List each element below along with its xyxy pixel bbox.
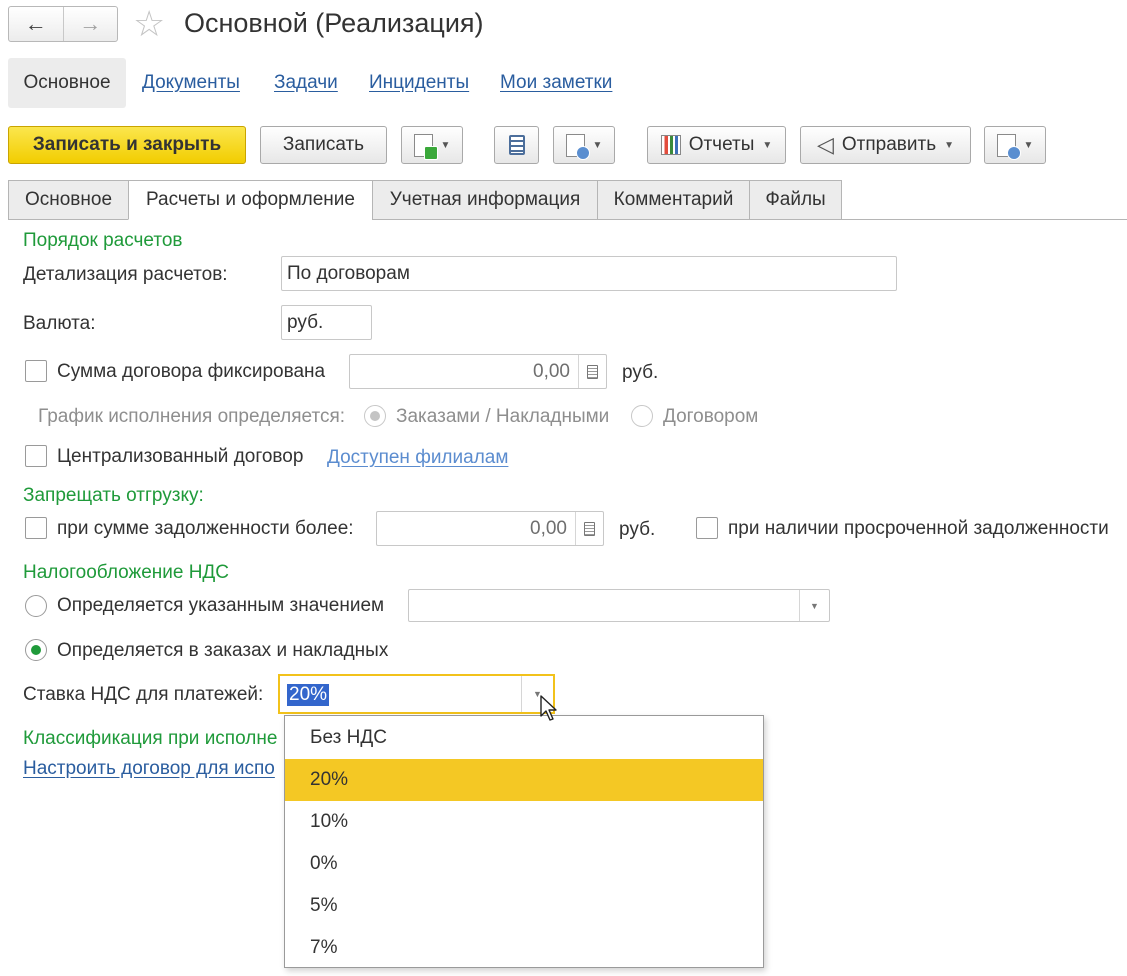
forward-arrow-icon[interactable]: →	[64, 7, 118, 41]
print-button[interactable]: ▼	[553, 126, 615, 164]
more-actions-button[interactable]: ▼	[984, 126, 1046, 164]
vat-rate-select[interactable]: 20% ▼	[278, 674, 555, 714]
section-documents[interactable]: Документы	[142, 58, 240, 108]
list-icon	[508, 135, 525, 155]
detail-field[interactable]: По договорам	[281, 256, 897, 291]
send-button[interactable]: ◁ Отправить ▼	[800, 126, 971, 164]
schedule-label: График исполнения определяется:	[38, 406, 346, 427]
section-main[interactable]: Основное	[8, 58, 126, 108]
detail-label: Детализация расчетов:	[23, 264, 228, 285]
send-label: Отправить	[841, 134, 937, 155]
create-based-on-button[interactable]: ▼	[401, 126, 463, 164]
schedule-contract-label: Договором	[663, 406, 759, 427]
back-arrow-icon[interactable]: ←	[9, 7, 64, 41]
document-icon	[565, 133, 590, 160]
calculator-icon[interactable]	[578, 355, 606, 388]
debt-checkbox[interactable]	[25, 517, 47, 539]
vat-rate-label: Ставка НДС для платежей:	[23, 684, 264, 705]
settlement-order-heading: Порядок расчетов	[23, 230, 183, 251]
reports-label: Отчеты	[688, 134, 755, 155]
vat-option[interactable]: 10%	[285, 801, 763, 843]
tab-files[interactable]: Файлы	[749, 180, 842, 220]
list-button[interactable]	[494, 126, 539, 164]
vat-specified-radio[interactable]	[25, 595, 47, 617]
vat-heading: Налогообложение НДС	[23, 562, 230, 583]
vat-option-selected[interactable]: 20%	[285, 759, 763, 801]
forbid-shipment-heading: Запрещать отгрузку:	[23, 485, 204, 506]
chevron-down-icon: ▼	[944, 139, 955, 151]
chevron-down-icon: ▼	[440, 139, 451, 151]
schedule-orders-radio[interactable]	[364, 405, 386, 427]
chevron-down-icon[interactable]: ▼	[799, 590, 829, 621]
document-icon	[996, 133, 1021, 160]
fixed-sum-label: Сумма договора фиксирована	[57, 361, 326, 382]
navigation-buttons: ← →	[8, 6, 118, 42]
reports-button[interactable]: Отчеты ▼	[647, 126, 786, 164]
schedule-orders-label: Заказами / Накладными	[396, 406, 610, 427]
schedule-contract-radio[interactable]	[631, 405, 653, 427]
centralized-label: Централизованный договор	[57, 446, 304, 467]
vat-option[interactable]: 7%	[285, 927, 763, 969]
centralized-checkbox[interactable]	[25, 445, 47, 467]
configure-contract-link[interactable]: Настроить договор для испо	[23, 758, 275, 780]
section-my-notes[interactable]: Мои заметки	[500, 58, 612, 108]
create-based-on-icon	[413, 133, 438, 160]
classification-heading: Классификация при исполне	[23, 728, 278, 749]
debt-value: 0,00	[530, 517, 567, 539]
page-title: Основной (Реализация)	[184, 8, 484, 38]
currency-label: Валюта:	[23, 313, 96, 334]
chevron-down-icon: ▼	[592, 139, 603, 151]
tab-accounting-info[interactable]: Учетная информация	[372, 180, 598, 220]
paper-plane-icon: ◁	[816, 132, 834, 157]
vat-specified-label: Определяется указанным значением	[57, 595, 385, 616]
vat-option[interactable]: 0%	[285, 843, 763, 885]
save-and-close-button[interactable]: Записать и закрыть	[8, 126, 246, 164]
fixed-sum-field[interactable]: 0,00	[349, 354, 607, 389]
overdue-label: при наличии просроченной задолженности	[728, 518, 1109, 539]
debt-unit: руб.	[619, 519, 656, 540]
currency-field[interactable]: руб.	[281, 305, 372, 340]
vat-rate-value[interactable]: 20%	[287, 684, 330, 706]
fixed-sum-unit: руб.	[622, 362, 659, 383]
overdue-checkbox[interactable]	[696, 517, 718, 539]
tab-comment[interactable]: Комментарий	[597, 180, 750, 220]
debt-field[interactable]: 0,00	[376, 511, 604, 546]
vat-specified-select[interactable]: ▼	[408, 589, 830, 622]
fixed-sum-checkbox[interactable]	[25, 360, 47, 382]
reports-icon	[660, 135, 681, 155]
fixed-sum-value: 0,00	[533, 360, 570, 382]
vat-in-orders-label: Определяется в заказах и накладных	[57, 640, 389, 661]
vat-option[interactable]: 5%	[285, 885, 763, 927]
debt-label: при сумме задолженности более:	[57, 518, 354, 539]
chevron-down-icon: ▼	[762, 139, 773, 151]
vat-in-orders-radio[interactable]	[25, 639, 47, 661]
section-incidents[interactable]: Инциденты	[369, 58, 469, 108]
mouse-cursor-icon	[540, 695, 557, 721]
favorite-star-icon[interactable]: ☆	[133, 4, 165, 44]
chevron-down-icon: ▼	[1023, 139, 1034, 151]
vat-option[interactable]: Без НДС	[285, 717, 763, 759]
tab-settlements[interactable]: Расчеты и оформление	[128, 180, 373, 220]
calculator-icon[interactable]	[575, 512, 603, 545]
section-tasks[interactable]: Задачи	[274, 58, 338, 108]
save-button[interactable]: Записать	[260, 126, 387, 164]
branches-link[interactable]: Доступен филиалам	[327, 447, 508, 469]
vat-rate-dropdown: Без НДС 20% 10% 0% 5% 7%	[284, 715, 764, 968]
tab-main[interactable]: Основное	[8, 180, 129, 220]
